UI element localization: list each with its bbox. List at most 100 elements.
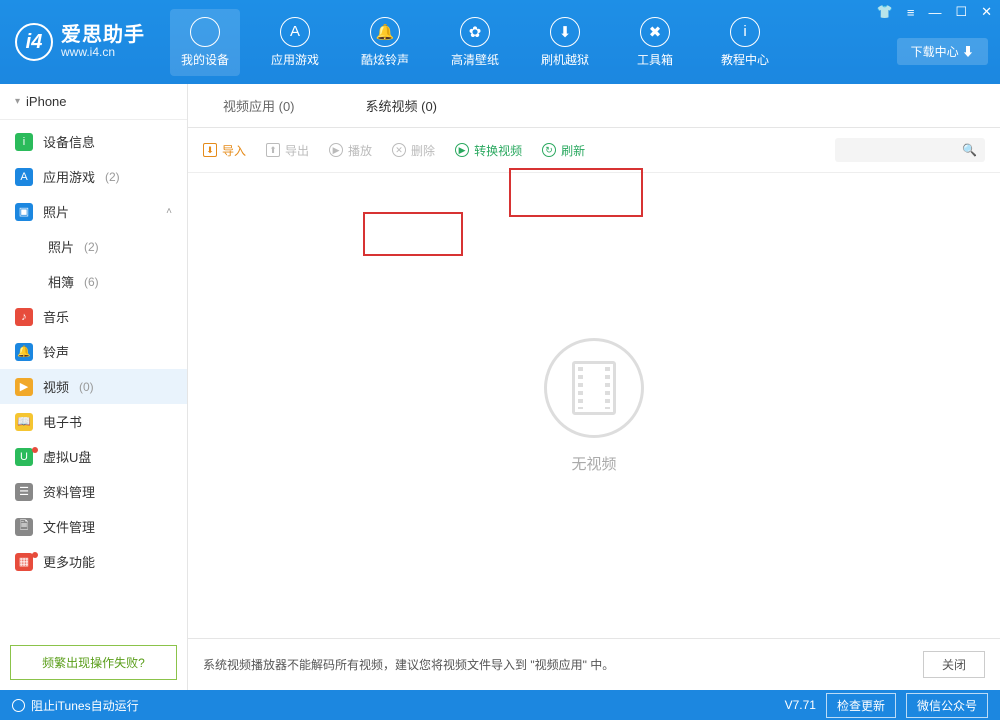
convert-icon: ▶ xyxy=(455,143,469,157)
sidebar-icon: A xyxy=(15,168,33,186)
nav-tutorials[interactable]: i教程中心 xyxy=(710,9,780,76)
sidebar-item-音乐[interactable]: ♪ 音乐 xyxy=(0,299,187,334)
sidebar-item-相簿[interactable]: 相簿 (6) xyxy=(0,264,187,299)
chevron-down-icon: ▾ xyxy=(15,96,20,107)
nav-my-device[interactable]: 我的设备 xyxy=(170,9,240,76)
sidebar-item-label: 设备信息 xyxy=(43,132,95,151)
tab-system-videos[interactable]: 系统视频 (0) xyxy=(331,84,474,127)
play-icon: ▶ xyxy=(329,143,343,157)
wechat-button[interactable]: 微信公众号 xyxy=(906,693,988,718)
troubleshoot-link[interactable]: 频繁出现操作失败? xyxy=(10,645,177,680)
app-url: www.i4.cn xyxy=(61,46,145,59)
sidebar-icon: ▦ xyxy=(15,553,33,571)
sidebar-item-设备信息[interactable]: i设备信息 xyxy=(0,124,187,159)
content-tabs: 视频应用 (0) 系统视频 (0) xyxy=(188,84,1000,128)
sidebar-item-label: 文件管理 xyxy=(43,517,95,536)
tab-video-apps[interactable]: 视频应用 (0) xyxy=(188,84,331,127)
sidebar-item-label: 相簿 xyxy=(48,272,74,291)
empty-state-text: 无视频 xyxy=(571,453,616,474)
sidebar: ▾ iPhone i设备信息 A 应用游戏 (2) ▣ 照片 ˄ 照片 (2) 相簿 (6) ♪ 音乐 🔔… xyxy=(0,84,188,690)
sidebar-icon: ▶ xyxy=(15,378,33,396)
sidebar-item-count: (0) xyxy=(79,380,94,394)
logo: i4 爱思助手 www.i4.cn xyxy=(15,23,145,61)
export-icon: ⬆ xyxy=(266,143,280,157)
sidebar-item-label: 资料管理 xyxy=(43,482,95,501)
sidebar-item-label: 照片 xyxy=(43,202,69,221)
radio-icon[interactable] xyxy=(12,699,25,712)
sidebar-item-应用游戏[interactable]: A 应用游戏 (2) xyxy=(0,159,187,194)
sidebar-item-照片[interactable]: ▣ 照片 ˄ xyxy=(0,194,187,229)
sidebar-item-更多功能[interactable]: ▦ 更多功能 xyxy=(0,544,187,579)
status-bar: 阻止iTunes自动运行 V7.71 检查更新 微信公众号 xyxy=(0,690,1000,720)
app-icon: A xyxy=(280,17,310,47)
sidebar-item-label: 电子书 xyxy=(43,412,82,431)
nav-tools[interactable]: ✖工具箱 xyxy=(620,9,690,76)
sidebar-item-label: 视频 xyxy=(43,377,69,396)
convert-button[interactable]: ▶转换视频 xyxy=(455,142,522,159)
sidebar-item-电子书[interactable]: 📖 电子书 xyxy=(0,404,187,439)
apple-icon xyxy=(190,17,220,47)
sidebar-item-资料管理[interactable]: ☰ 资料管理 xyxy=(0,474,187,509)
logo-icon: i4 xyxy=(15,23,53,61)
sidebar-icon: 🔔 xyxy=(15,343,33,361)
sidebar-item-label: 铃声 xyxy=(43,342,69,361)
export-button[interactable]: ⬆导出 xyxy=(266,142,309,159)
import-button[interactable]: ⬇导入 xyxy=(203,142,246,159)
flower-icon: ✿ xyxy=(460,17,490,47)
play-button[interactable]: ▶播放 xyxy=(329,142,372,159)
film-icon xyxy=(572,361,616,415)
delete-icon: ✕ xyxy=(392,143,406,157)
itunes-block-toggle[interactable]: 阻止iTunes自动运行 xyxy=(31,697,139,714)
box-icon: ⬇ xyxy=(550,17,580,47)
top-nav: 我的设备 A应用游戏 🔔酷炫铃声 ✿高清壁纸 ⬇刷机越狱 ✖工具箱 i教程中心 xyxy=(170,9,780,76)
menu-icon[interactable]: ≡ xyxy=(907,5,915,20)
sidebar-item-label: 虚拟U盘 xyxy=(43,447,91,466)
delete-button[interactable]: ✕删除 xyxy=(392,142,435,159)
sidebar-icon: ☰ xyxy=(15,483,33,501)
sidebar-item-铃声[interactable]: 🔔 铃声 xyxy=(0,334,187,369)
sidebar-item-count: (2) xyxy=(84,240,99,254)
close-window-icon[interactable]: ✕ xyxy=(981,4,992,20)
check-update-button[interactable]: 检查更新 xyxy=(826,693,896,718)
sidebar-item-count: (2) xyxy=(105,170,120,184)
sidebar-item-label: 音乐 xyxy=(43,307,69,326)
sidebar-item-label: 照片 xyxy=(48,237,74,256)
download-center-button[interactable]: 下载中心 ⬇ xyxy=(897,38,988,65)
nav-apps[interactable]: A应用游戏 xyxy=(260,9,330,76)
sidebar-icon: ▣ xyxy=(15,203,33,221)
sidebar-item-照片[interactable]: 照片 (2) xyxy=(0,229,187,264)
toolbar: ⬇导入 ⬆导出 ▶播放 ✕删除 ▶转换视频 ↻刷新 🔍 xyxy=(188,128,1000,173)
sidebar-item-count: (6) xyxy=(84,275,99,289)
close-hint-button[interactable]: 关闭 xyxy=(923,651,985,678)
maximize-icon[interactable]: ☐ xyxy=(955,4,967,20)
sidebar-icon: 📖 xyxy=(15,413,33,431)
sidebar-icon: 🗎 xyxy=(15,518,33,536)
notification-dot xyxy=(32,447,38,453)
minimize-icon[interactable]: — xyxy=(928,5,941,20)
search-input[interactable]: 🔍 xyxy=(835,138,985,162)
nav-flash[interactable]: ⬇刷机越狱 xyxy=(530,9,600,76)
tshirt-icon[interactable]: 👕 xyxy=(877,4,893,20)
window-controls: 👕 ≡ — ☐ ✕ xyxy=(877,4,992,20)
sidebar-icon: ♪ xyxy=(15,308,33,326)
chevron-up-icon: ˄ xyxy=(166,206,172,217)
hint-bar: 系统视频播放器不能解码所有视频，建议您将视频文件导入到 "视频应用" 中。 关闭 xyxy=(188,638,1000,690)
sidebar-item-label: 更多功能 xyxy=(43,552,95,571)
device-name: iPhone xyxy=(26,94,66,109)
empty-state-icon xyxy=(544,338,644,438)
sidebar-icon: U xyxy=(15,448,33,466)
device-header[interactable]: ▾ iPhone xyxy=(0,84,187,120)
sidebar-item-虚拟U盘[interactable]: U 虚拟U盘 xyxy=(0,439,187,474)
nav-wallpapers[interactable]: ✿高清壁纸 xyxy=(440,9,510,76)
refresh-icon: ↻ xyxy=(542,143,556,157)
refresh-button[interactable]: ↻刷新 xyxy=(542,142,585,159)
version-label: V7.71 xyxy=(785,698,816,712)
main-panel: 视频应用 (0) 系统视频 (0) ⬇导入 ⬆导出 ▶播放 ✕删除 ▶转换视频 … xyxy=(188,84,1000,690)
sidebar-item-label: 应用游戏 xyxy=(43,167,95,186)
nav-ringtones[interactable]: 🔔酷炫铃声 xyxy=(350,9,420,76)
sidebar-item-视频[interactable]: ▶ 视频 (0) xyxy=(0,369,187,404)
app-title: 爱思助手 xyxy=(61,24,145,46)
sidebar-item-文件管理[interactable]: 🗎 文件管理 xyxy=(0,509,187,544)
info-icon: i xyxy=(730,17,760,47)
app-header: i4 爱思助手 www.i4.cn 我的设备 A应用游戏 🔔酷炫铃声 ✿高清壁纸… xyxy=(0,0,1000,84)
